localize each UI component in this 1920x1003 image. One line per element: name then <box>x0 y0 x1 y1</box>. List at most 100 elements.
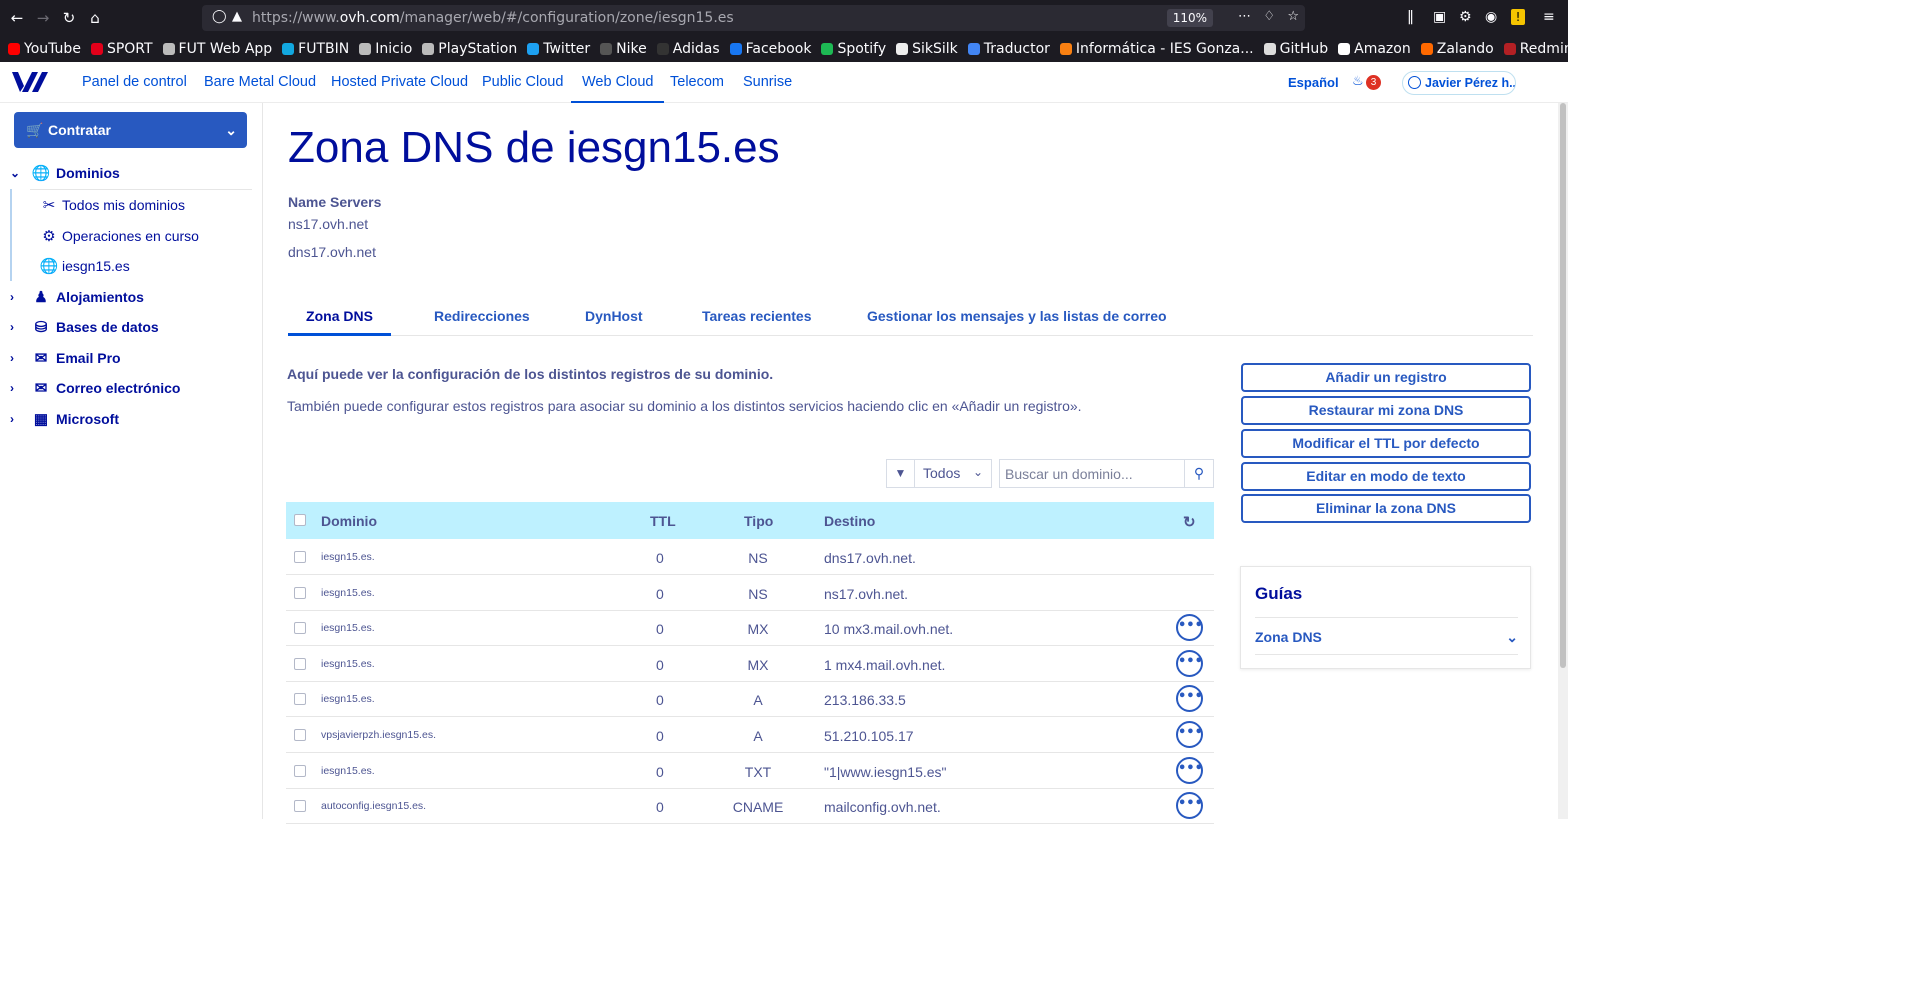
forward-icon[interactable]: → <box>34 9 52 27</box>
row-actions-button[interactable]: ••• <box>1176 685 1203 713</box>
sidebar-group-email-pro[interactable]: › ✉ Email Pro <box>10 349 121 367</box>
bookmark-item[interactable]: Informática - IES Gonza... <box>1059 41 1254 57</box>
nav-sunrise[interactable]: Sunrise <box>743 62 792 103</box>
reload-icon[interactable]: ↻ <box>60 9 78 27</box>
language-selector[interactable]: Español <box>1288 75 1339 90</box>
column-header-target[interactable]: Destino <box>824 513 875 529</box>
row-checkbox[interactable] <box>294 764 306 777</box>
user-menu-button[interactable]: Javier Pérez h... <box>1402 71 1516 95</box>
bookmark-item[interactable]: FUT Web App <box>162 41 272 57</box>
notifications-bell-icon[interactable]: ♨ <box>1352 74 1364 89</box>
incognito-icon[interactable]: ◉ <box>1485 9 1497 25</box>
tab-tareas-recientes[interactable]: Tareas recientes <box>702 303 811 336</box>
extension-yellow-icon[interactable]: ! <box>1511 9 1525 25</box>
tab-zona-dns[interactable]: Zona DNS <box>288 303 391 336</box>
search-field[interactable]: Buscar un dominio... ⚲ <box>999 459 1214 488</box>
add-record-button[interactable]: Añadir un registro <box>1241 363 1531 392</box>
bookmark-item[interactable]: Zalando <box>1420 41 1494 57</box>
guides-item-zona-dns[interactable]: Zona DNS ⌄ <box>1255 617 1518 655</box>
tab-dynhost[interactable]: DynHost <box>585 303 643 336</box>
row-checkbox[interactable] <box>294 657 306 670</box>
refresh-icon[interactable]: ↻ <box>1183 513 1196 531</box>
page-scrollbar[interactable] <box>1558 103 1568 819</box>
nav-hosted-private-cloud[interactable]: Hosted Private Cloud <box>331 62 468 103</box>
nav-web-cloud[interactable]: Web Cloud <box>571 62 665 103</box>
bookmark-item[interactable]: SPORT <box>90 41 153 57</box>
bookmark-item[interactable]: Redmine <box>1503 41 1568 57</box>
row-actions-button[interactable]: ••• <box>1176 614 1203 642</box>
tab-redirecciones[interactable]: Redirecciones <box>434 303 530 336</box>
row-actions-button[interactable]: ••• <box>1176 721 1203 748</box>
delete-zone-button[interactable]: Eliminar la zona DNS <box>1241 494 1531 523</box>
modify-ttl-button[interactable]: Modificar el TTL por defecto <box>1241 429 1531 458</box>
nav-telecom[interactable]: Telecom <box>670 62 724 103</box>
lock-icon[interactable]: ▲ <box>232 9 242 24</box>
pocket-icon[interactable]: ♢ <box>1263 9 1275 24</box>
sidebar-item-operaciones-en-curso[interactable]: ⚙ Operaciones en curso <box>38 227 199 245</box>
sidebar-group-dominios[interactable]: ⌄ 🌐 Dominios <box>10 164 120 182</box>
envelope-icon: ✉ <box>34 350 48 367</box>
library-icon[interactable]: ‖ <box>1407 9 1414 25</box>
type-filter[interactable]: ▼ Todos ⌄ <box>886 459 992 488</box>
bookmark-item[interactable]: GitHub <box>1263 41 1329 57</box>
row-checkbox[interactable] <box>294 729 306 741</box>
bookmark-star-icon[interactable]: ☆ <box>1287 9 1299 24</box>
row-checkbox[interactable] <box>294 586 306 599</box>
extension-icon[interactable]: ⚙ <box>1459 9 1472 25</box>
back-icon[interactable]: ← <box>8 9 26 27</box>
bookmark-item[interactable]: Amazon <box>1338 41 1411 57</box>
row-checkbox[interactable] <box>294 551 306 563</box>
ovh-logo-icon[interactable] <box>10 70 50 94</box>
bookmark-item[interactable]: SikSilk <box>896 41 958 57</box>
bookmark-item[interactable]: YouTube <box>8 41 81 57</box>
bookmark-label: GitHub <box>1279 41 1329 57</box>
order-button[interactable]: 🛒 Contratar ⌄ <box>14 112 247 148</box>
sidebar-group-alojamientos[interactable]: › ♟ Alojamientos <box>10 288 144 306</box>
scrollbar-thumb[interactable] <box>1560 103 1566 668</box>
row-checkbox[interactable] <box>294 693 306 706</box>
bookmark-item[interactable]: Adidas <box>656 41 720 57</box>
select-all-checkbox[interactable] <box>294 514 306 526</box>
row-actions-button[interactable]: ••• <box>1176 756 1203 784</box>
sidebar-group-bases-de-datos[interactable]: › ⛁ Bases de datos <box>10 318 159 336</box>
tab-gestionar-correo[interactable]: Gestionar los mensajes y las listas de c… <box>867 303 1167 336</box>
tracking-shield-icon[interactable]: ◯ <box>212 9 227 24</box>
bookmark-item[interactable]: Facebook <box>729 41 811 57</box>
more-actions-icon[interactable]: ⋯ <box>1238 9 1251 24</box>
sidebar-group-correo-electronico[interactable]: › ✉ Correo electrónico <box>10 379 180 397</box>
url-bar[interactable]: ◯ ▲ https://www.ovh.com/manager/web/#/co… <box>202 5 1305 31</box>
bookmark-item[interactable]: PlayStation <box>422 41 517 57</box>
sidebar-group-microsoft[interactable]: › ▦ Microsoft <box>10 410 119 428</box>
sidebar-toggle-icon[interactable]: ▣ <box>1433 9 1446 25</box>
edit-text-mode-button[interactable]: Editar en modo de texto <box>1241 462 1531 491</box>
bookmark-item[interactable]: Spotify <box>821 41 886 57</box>
row-actions-button[interactable]: ••• <box>1176 792 1203 820</box>
bookmark-label: Informática - IES Gonza... <box>1075 41 1254 57</box>
nav-public-cloud[interactable]: Public Cloud <box>482 62 563 103</box>
row-actions-button[interactable]: ••• <box>1176 649 1203 677</box>
bookmark-item[interactable]: Traductor <box>967 41 1050 57</box>
sidebar-item-todos-mis-dominios[interactable]: ✂ Todos mis dominios <box>38 196 185 214</box>
nav-bare-metal-cloud[interactable]: Bare Metal Cloud <box>204 62 316 103</box>
search-icon[interactable]: ⚲ <box>1184 460 1213 487</box>
url-text[interactable]: https://www.ovh.com/manager/web/#/config… <box>252 10 734 26</box>
restore-zone-button[interactable]: Restaurar mi zona DNS <box>1241 396 1531 425</box>
cell-domain: iesgn15.es. <box>321 657 375 670</box>
column-header-ttl[interactable]: TTL <box>650 513 676 529</box>
zoom-level[interactable]: 110% <box>1166 9 1213 27</box>
nav-panel-de-control[interactable]: Panel de control <box>82 62 187 103</box>
bookmark-item[interactable]: FUTBIN <box>282 41 349 57</box>
bookmark-item[interactable]: Nike <box>600 41 647 57</box>
menu-icon[interactable]: ≡ <box>1543 9 1555 25</box>
row-checkbox[interactable] <box>294 622 306 635</box>
sidebar-item-iesgn15[interactable]: 🌐 iesgn15.es <box>38 257 130 275</box>
column-header-domain[interactable]: Dominio <box>321 513 377 529</box>
row-checkbox[interactable] <box>294 800 306 813</box>
home-icon[interactable]: ⌂ <box>86 9 104 27</box>
sport-icon <box>90 43 103 55</box>
bookmark-item[interactable]: Inicio <box>359 41 412 57</box>
column-header-type[interactable]: Tipo <box>744 513 773 529</box>
cell-ttl: 0 <box>656 550 664 566</box>
search-input[interactable]: Buscar un dominio... <box>1005 466 1133 482</box>
bookmark-item[interactable]: Twitter <box>527 41 590 57</box>
